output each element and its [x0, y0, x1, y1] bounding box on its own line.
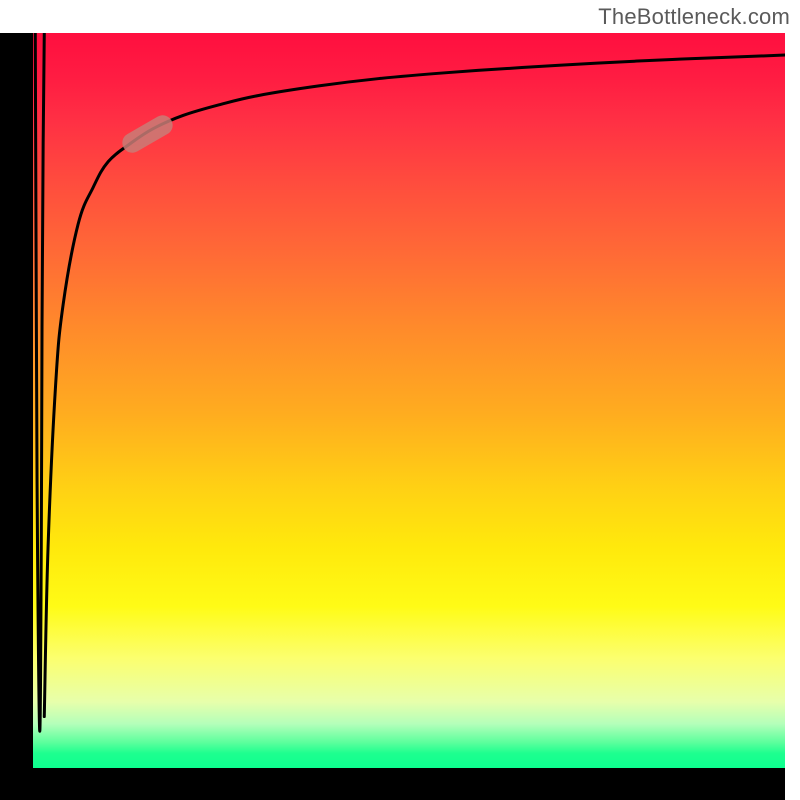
x-axis-band: [0, 768, 785, 800]
chart-frame: TheBottleneck.com: [0, 0, 800, 800]
plot-area: [33, 33, 785, 768]
spike-curve: [35, 33, 44, 731]
log-rise-curve: [44, 55, 785, 717]
y-axis-band: [0, 33, 33, 768]
attribution-label: TheBottleneck.com: [598, 4, 790, 30]
